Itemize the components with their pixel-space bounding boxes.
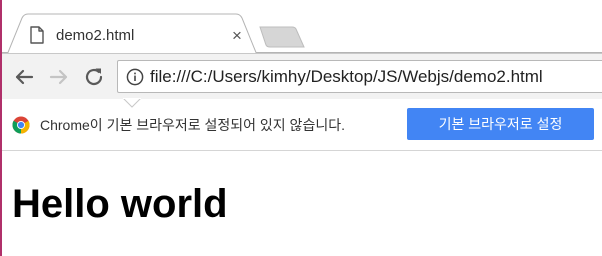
tab-title[interactable]: demo2.html xyxy=(56,26,134,46)
window-edge xyxy=(0,0,2,256)
reload-icon xyxy=(85,68,103,86)
page-icon xyxy=(30,26,44,44)
tab-strip: demo2.html × xyxy=(0,0,602,53)
tab-close-icon[interactable]: × xyxy=(228,26,246,46)
browser-window: demo2.html × file:///C:/Users/kimhy/Desk… xyxy=(0,0,602,256)
arrow-left-icon xyxy=(15,69,34,85)
reload-button[interactable] xyxy=(82,65,106,89)
set-default-browser-button[interactable]: 기본 브라우저로 설정 xyxy=(407,108,594,140)
toolbar: file:///C:/Users/kimhy/Desktop/JS/Webjs/… xyxy=(0,53,602,99)
page-content: Hello world xyxy=(0,151,602,256)
forward-button[interactable] xyxy=(47,65,71,89)
new-tab-button[interactable] xyxy=(258,26,306,48)
info-icon[interactable] xyxy=(126,68,144,86)
back-button[interactable] xyxy=(12,65,36,89)
chrome-logo-icon xyxy=(12,116,30,134)
address-bar[interactable]: file:///C:/Users/kimhy/Desktop/JS/Webjs/… xyxy=(117,60,602,93)
infobar-message: Chrome이 기본 브라우저로 설정되어 있지 않습니다. xyxy=(40,117,345,133)
default-browser-infobar: Chrome이 기본 브라우저로 설정되어 있지 않습니다. 기본 브라우저로 … xyxy=(0,98,602,151)
page-heading: Hello world xyxy=(12,182,228,226)
arrow-right-icon xyxy=(49,69,68,85)
infobar-pointer xyxy=(123,98,141,108)
url-text[interactable]: file:///C:/Users/kimhy/Desktop/JS/Webjs/… xyxy=(150,67,543,87)
